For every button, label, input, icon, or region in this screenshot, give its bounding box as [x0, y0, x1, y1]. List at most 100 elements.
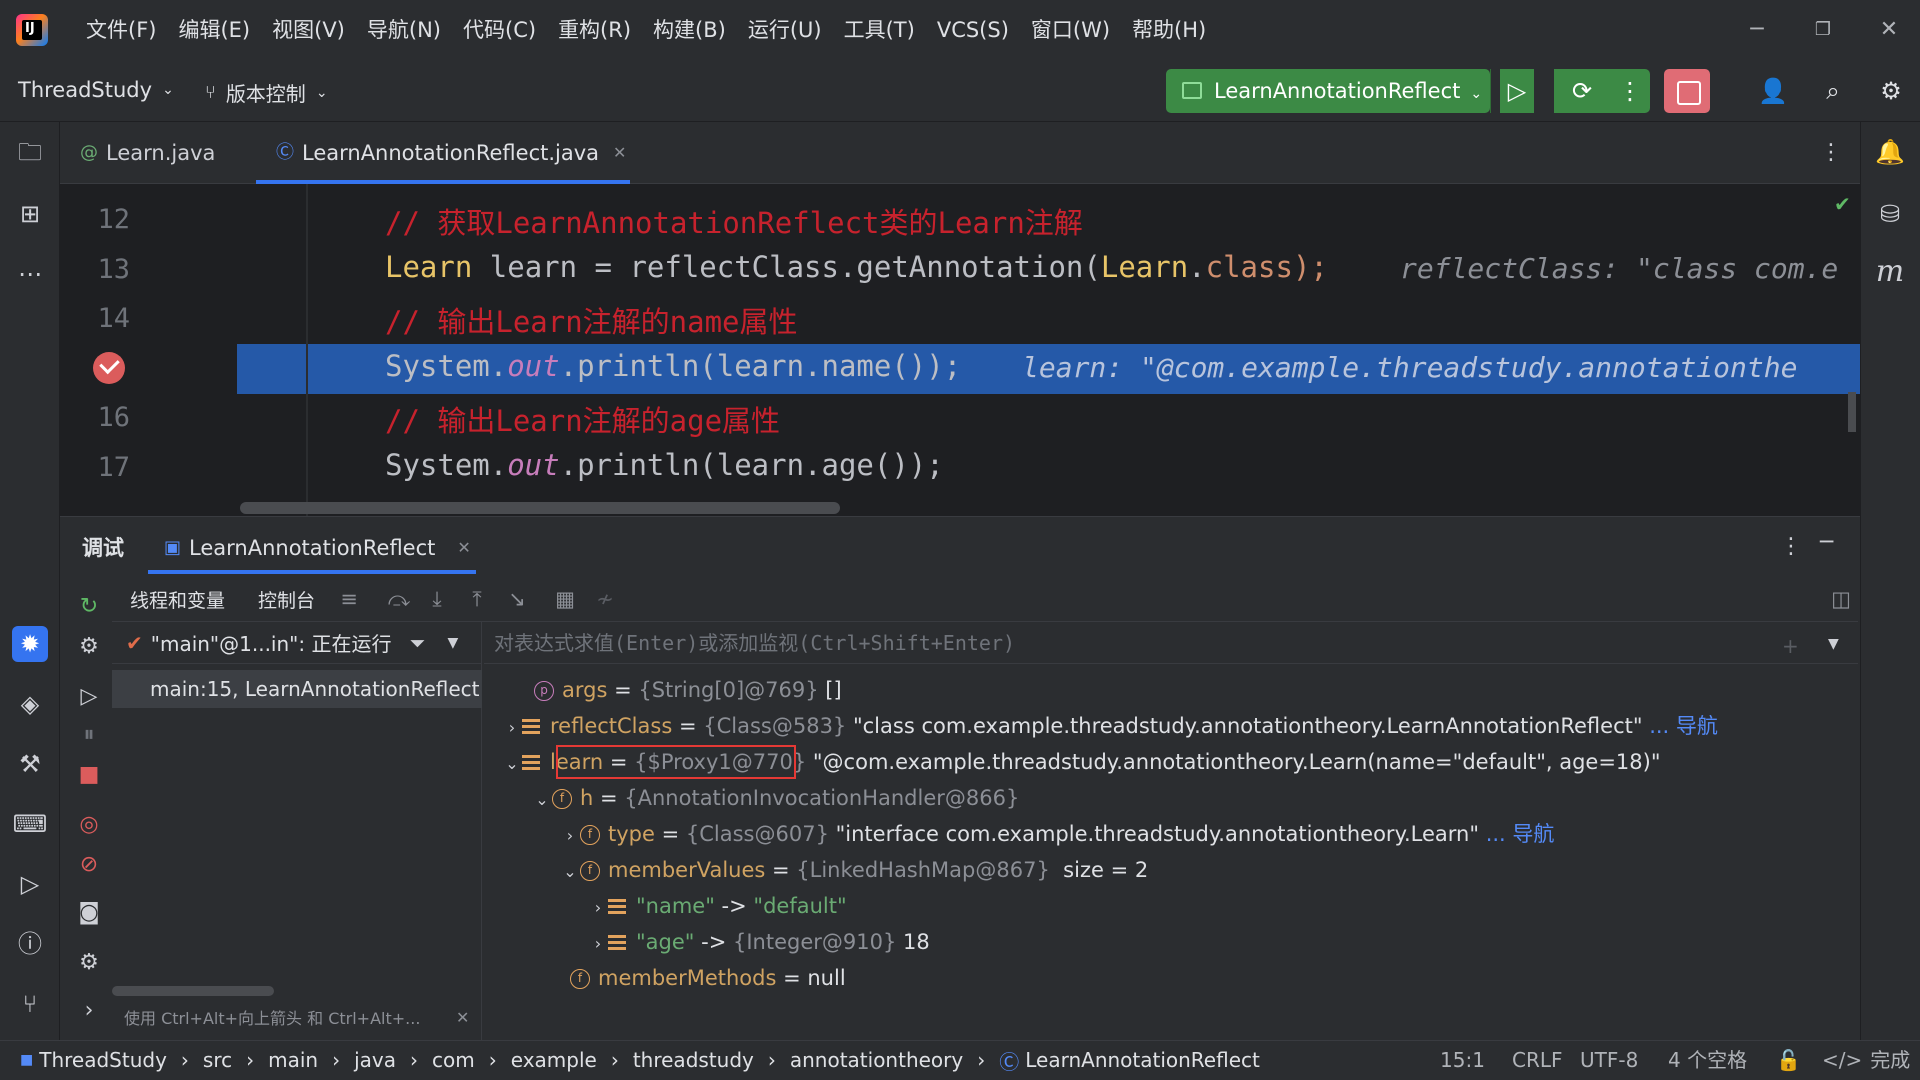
menu-help[interactable]: 帮助(H)	[1121, 0, 1217, 60]
database-icon[interactable]: ⛁	[1872, 196, 1908, 232]
close-session-icon[interactable]: ✕	[457, 522, 470, 574]
variable-args[interactable]: p args = {String[0]@769} []	[514, 672, 842, 708]
menu-tools[interactable]: 工具(T)	[833, 0, 926, 60]
tab-options-icon[interactable]: ⋮	[1820, 140, 1842, 165]
view-breakpoints-icon[interactable]: ◎	[72, 808, 106, 842]
expand-arrow-icon[interactable]: ›	[560, 818, 580, 854]
maven-icon[interactable]: m	[1872, 254, 1908, 290]
frames-scrollbar[interactable]	[112, 986, 274, 996]
run-to-cursor-icon[interactable]: ↘	[502, 582, 532, 616]
git-icon[interactable]: ⑂	[12, 986, 48, 1022]
cursor-position[interactable]: 15:1	[1440, 1040, 1485, 1080]
breadcrumb-item[interactable]: src	[203, 1048, 232, 1072]
breadcrumb-item[interactable]: main	[268, 1048, 318, 1072]
collapse-arrow-icon[interactable]: ⌄	[532, 782, 552, 818]
thread-selector[interactable]: ✔ "main"@1...in": 正在运行 ⏷ ▼	[112, 622, 482, 664]
stack-frame-item[interactable]: main:15, LearnAnnotationReflect	[112, 670, 482, 708]
evaluate-expression-input[interactable]: 对表达式求值(Enter)或添加监视(Ctrl+Shift+Enter)	[484, 622, 1858, 664]
options-icon[interactable]: ⋮	[1780, 534, 1802, 559]
close-tab-icon[interactable]: ✕	[613, 122, 626, 184]
debug-session-tab[interactable]: ▣ LearnAnnotationReflect ✕	[164, 522, 471, 574]
expand-arrow-icon[interactable]: ›	[588, 926, 608, 962]
variable-reflectclass[interactable]: › reflectClass = {Class@583} "class com.e…	[502, 708, 1718, 744]
map-entry-age[interactable]: › "age" -> {Integer@910} 18	[588, 924, 930, 960]
tab-learnannotationreflect-java[interactable]: Ⓒ LearnAnnotationReflect.java ✕	[276, 122, 626, 184]
step-out-icon[interactable]: ⤒	[462, 582, 492, 616]
stop-button[interactable]	[1664, 69, 1710, 113]
menu-run[interactable]: 运行(U)	[737, 0, 833, 60]
terminal-icon[interactable]: ⌨	[12, 806, 48, 842]
step-into-icon[interactable]: ⤓	[422, 582, 452, 616]
vcs-selector[interactable]: ⑂ 版本控制 ⌄	[205, 78, 328, 107]
tab-learn-java[interactable]: @ Learn.java	[80, 122, 215, 184]
menu-view[interactable]: 视图(V)	[261, 0, 356, 60]
run-configuration-selector[interactable]: LearnAnnotationReflect ⌄	[1166, 69, 1490, 113]
debug-tool-icon[interactable]: ✹	[12, 626, 48, 662]
variable-h[interactable]: ⌄ f h = {AnnotationInvocationHandler@866}	[532, 780, 1019, 816]
minimize-icon[interactable]: ─	[1724, 0, 1790, 60]
more-actions-icon[interactable]: ⋮	[1610, 69, 1650, 113]
settings-icon[interactable]: ⚙	[72, 946, 106, 980]
variable-membervalues[interactable]: ⌄ f memberValues = {LinkedHashMap@867} siz…	[560, 852, 1148, 888]
map-entry-name[interactable]: › "name" -> "default"	[588, 888, 847, 924]
expand-arrow-icon[interactable]: ›	[588, 890, 608, 926]
expand-arrow-icon[interactable]: ›	[502, 710, 522, 746]
debug-rerun-icon[interactable]: ⟳	[1554, 69, 1610, 113]
variable-membermethods[interactable]: f memberMethods = null	[570, 960, 846, 996]
menu-navigate[interactable]: 导航(N)	[356, 0, 452, 60]
add-user-icon[interactable]: 👤	[1756, 74, 1790, 108]
layers-icon[interactable]: ◈	[12, 686, 48, 722]
breadcrumb-item[interactable]: example	[511, 1048, 597, 1072]
add-watch-icon[interactable]: +	[1782, 634, 1799, 658]
menu-code[interactable]: 代码(C)	[452, 0, 547, 60]
project-selector[interactable]: ThreadStudy ⌄	[18, 78, 174, 102]
editor-vertical-scrollbar[interactable]	[1848, 392, 1856, 432]
tab-threads-variables[interactable]: 线程和变量	[130, 586, 225, 613]
menu-build[interactable]: 构建(B)	[642, 0, 737, 60]
stop-icon[interactable]: ■	[72, 758, 106, 792]
indent-setting[interactable]: 4 个空格	[1668, 1040, 1747, 1080]
pause-icon[interactable]: ⏸	[72, 718, 106, 752]
menu-refactor[interactable]: 重构(R)	[547, 0, 642, 60]
inspection-status[interactable]: </> 完成	[1822, 1040, 1910, 1080]
structure-icon[interactable]: ⊞	[12, 196, 48, 232]
notifications-icon[interactable]: 🔔	[1872, 134, 1908, 170]
debug-settings-icon[interactable]: ⚙	[72, 630, 106, 664]
collapse-arrow-icon[interactable]: ⌄	[502, 746, 522, 782]
rerun-icon[interactable]: ↻	[72, 590, 106, 624]
variable-type[interactable]: › f type = {Class@607} "interface com.exam…	[560, 816, 1555, 854]
line-separator[interactable]: CRLF	[1512, 1040, 1563, 1080]
show-execution-point-icon[interactable]: ≡	[334, 582, 364, 616]
folder-icon[interactable]: 🗀	[12, 134, 48, 170]
search-icon[interactable]: ⌕	[1816, 74, 1850, 108]
step-over-icon[interactable]: ⤼	[384, 582, 414, 616]
mute-breakpoints-icon[interactable]: ⊘	[72, 848, 106, 882]
restore-icon[interactable]: ❐	[1790, 0, 1856, 60]
more-icon[interactable]: ⋯	[12, 256, 48, 292]
filter-icon[interactable]: ⏷	[409, 631, 425, 655]
menu-window[interactable]: 窗口(W)	[1020, 0, 1121, 60]
chevron-down-icon[interactable]: ▼	[1828, 636, 1839, 652]
close-window-icon[interactable]: ✕	[1856, 0, 1920, 60]
build-icon[interactable]: ⚒	[12, 746, 48, 782]
menu-vcs[interactable]: VCS(S)	[926, 0, 1020, 60]
run-icon[interactable]: ▷	[1500, 69, 1534, 113]
chevron-down-icon[interactable]: ▼	[447, 635, 458, 651]
breadcrumb-item[interactable]: threadstudy	[633, 1048, 754, 1072]
evaluate-expression-icon[interactable]: ▦	[550, 582, 580, 616]
breakpoint-icon[interactable]	[93, 352, 125, 384]
breadcrumb-item[interactable]: com	[432, 1048, 475, 1072]
navigate-link[interactable]: ... 导航	[1479, 822, 1555, 846]
breadcrumb-item[interactable]: LearnAnnotationReflect	[1025, 1048, 1260, 1072]
menu-edit[interactable]: 编辑(E)	[167, 0, 261, 60]
resume-icon[interactable]: ▷	[72, 680, 106, 714]
run-tool-icon[interactable]: ▷	[12, 866, 48, 902]
lock-icon[interactable]: 🔓	[1776, 1040, 1801, 1080]
settings-icon[interactable]: ⚙	[1874, 74, 1908, 108]
file-encoding[interactable]: UTF-8	[1580, 1040, 1638, 1080]
breadcrumb-item[interactable]: ThreadStudy	[39, 1048, 167, 1072]
tab-console[interactable]: 控制台	[258, 586, 315, 613]
breadcrumb-item[interactable]: java	[354, 1048, 396, 1072]
breadcrumb-item[interactable]: annotationtheory	[790, 1048, 963, 1072]
hide-panel-icon[interactable]: ─	[1820, 530, 1833, 555]
